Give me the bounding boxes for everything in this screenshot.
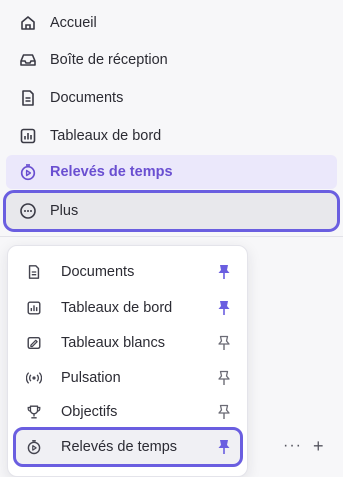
pin-outline-icon[interactable] <box>215 403 233 421</box>
menu-item-documents[interactable]: Documents <box>16 256 240 288</box>
pin-filled-icon[interactable] <box>215 299 233 317</box>
sidebar-item-documents[interactable]: Documents <box>6 81 337 115</box>
dashboard-icon <box>18 126 38 146</box>
more-actions-button[interactable]: ··· <box>283 437 302 455</box>
whiteboard-icon <box>25 334 43 352</box>
more-menu-popup: Documents Tableaux de bord Tableaux blan… <box>7 245 248 477</box>
pin-filled-icon[interactable] <box>215 438 233 456</box>
document-icon <box>18 88 38 108</box>
pin-outline-icon[interactable] <box>215 334 233 352</box>
pulse-icon <box>25 369 43 387</box>
menu-item-dashboards[interactable]: Tableaux de bord <box>16 292 240 324</box>
dashboard-icon <box>25 299 43 317</box>
sidebar-item-label: Relevés de temps <box>50 164 173 180</box>
sidebar-item-label: Plus <box>50 203 79 219</box>
timer-icon <box>25 438 43 456</box>
timer-icon <box>18 162 38 182</box>
more-circle-icon <box>18 201 38 221</box>
sidebar-item-label: Accueil <box>50 15 97 31</box>
divider <box>0 236 343 237</box>
sidebar-item-label: Boîte de réception <box>50 52 168 68</box>
sidebar-item-label: Tableaux de bord <box>50 128 162 144</box>
document-icon <box>25 263 43 281</box>
pin-outline-icon[interactable] <box>215 369 233 387</box>
menu-item-label: Relevés de temps <box>61 439 178 455</box>
sidebar-item-more[interactable]: Plus <box>3 190 340 232</box>
menu-item-label: Objectifs <box>61 404 118 420</box>
sidebar-item-label: Documents <box>50 90 124 106</box>
sidebar-item-timesheets[interactable]: Relevés de temps <box>6 155 337 189</box>
pin-filled-icon[interactable] <box>215 263 233 281</box>
sidebar-item-dashboards[interactable]: Tableaux de bord <box>6 119 337 153</box>
inbox-icon <box>18 50 38 70</box>
menu-item-whiteboards[interactable]: Tableaux blancs <box>16 327 240 359</box>
menu-item-goals[interactable]: Objectifs <box>16 396 240 428</box>
menu-item-label: Documents <box>61 264 135 280</box>
sidebar-item-accueil[interactable]: Accueil <box>6 6 337 40</box>
sidebar-item-inbox[interactable]: Boîte de réception <box>6 43 337 77</box>
menu-item-timesheets[interactable]: Relevés de temps <box>13 427 243 467</box>
home-icon <box>18 13 38 33</box>
trophy-icon <box>25 403 43 421</box>
add-button[interactable]: + <box>313 436 324 457</box>
menu-item-label: Pulsation <box>61 370 121 386</box>
menu-item-pulse[interactable]: Pulsation <box>16 362 240 394</box>
menu-item-label: Tableaux blancs <box>61 335 165 351</box>
menu-item-label: Tableaux de bord <box>61 300 173 316</box>
